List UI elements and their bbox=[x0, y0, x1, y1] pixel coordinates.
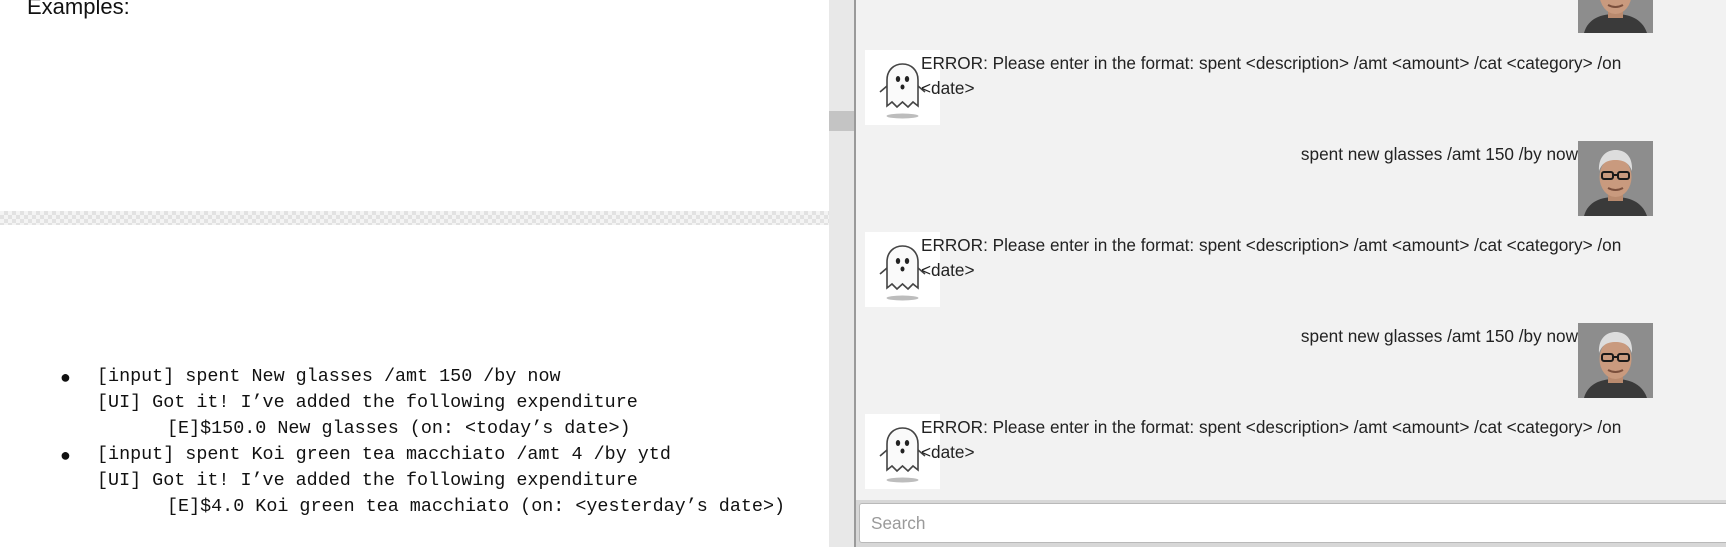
example-response: [UI] Got it! I’ve added the following ex… bbox=[97, 392, 638, 413]
user-photo-icon bbox=[1578, 0, 1653, 33]
doc-heading: Examples: bbox=[27, 0, 130, 19]
example-entry: [E]$4.0 Koi green tea macchiato (on: <ye… bbox=[167, 496, 786, 517]
example-input: [input] spent Koi green tea macchiato /a… bbox=[97, 444, 671, 465]
example-response: [UI] Got it! I’ve added the following ex… bbox=[97, 470, 638, 491]
user-avatar bbox=[1578, 323, 1653, 398]
input-bar bbox=[856, 500, 1726, 547]
bot-message: ERROR: Please enter in the format: spent… bbox=[921, 235, 1622, 280]
page-break bbox=[0, 211, 829, 225]
dialog-scroll-area[interactable]: ERROR: Please enter in the format: spent… bbox=[856, 0, 1726, 500]
user-avatar bbox=[1578, 0, 1653, 33]
divider-handle[interactable] bbox=[829, 111, 854, 131]
examples-list: ● [input] spent New glasses /amt 150 /by… bbox=[0, 364, 829, 520]
search-input[interactable] bbox=[859, 503, 1726, 543]
pane-divider[interactable] bbox=[829, 0, 854, 547]
bot-message: ERROR: Please enter in the format: spent… bbox=[921, 417, 1622, 462]
user-message: spent new glasses /amt 150 /by now bbox=[1300, 144, 1578, 164]
example-input: [input] spent New glasses /amt 150 /by n… bbox=[97, 366, 561, 387]
list-item: ● [input] spent New glasses /amt 150 /by… bbox=[0, 364, 829, 442]
user-message: spent new glasses /amt 150 /by now bbox=[1300, 326, 1578, 346]
chat-window: ERROR: Please enter in the format: spent… bbox=[856, 0, 1726, 547]
bullet-icon: ● bbox=[60, 445, 71, 465]
list-item: ● [input] spent Koi green tea macchiato … bbox=[0, 442, 829, 520]
user-avatar bbox=[1578, 141, 1653, 216]
bullet-icon: ● bbox=[60, 367, 71, 387]
document-pane: Examples: ● [input] spent New glasses /a… bbox=[0, 0, 829, 547]
bot-message: ERROR: Please enter in the format: spent… bbox=[921, 53, 1622, 98]
user-photo-icon bbox=[1578, 323, 1653, 398]
example-entry: [E]$150.0 New glasses (on: <today’s date… bbox=[167, 418, 631, 439]
user-photo-icon bbox=[1578, 141, 1653, 216]
